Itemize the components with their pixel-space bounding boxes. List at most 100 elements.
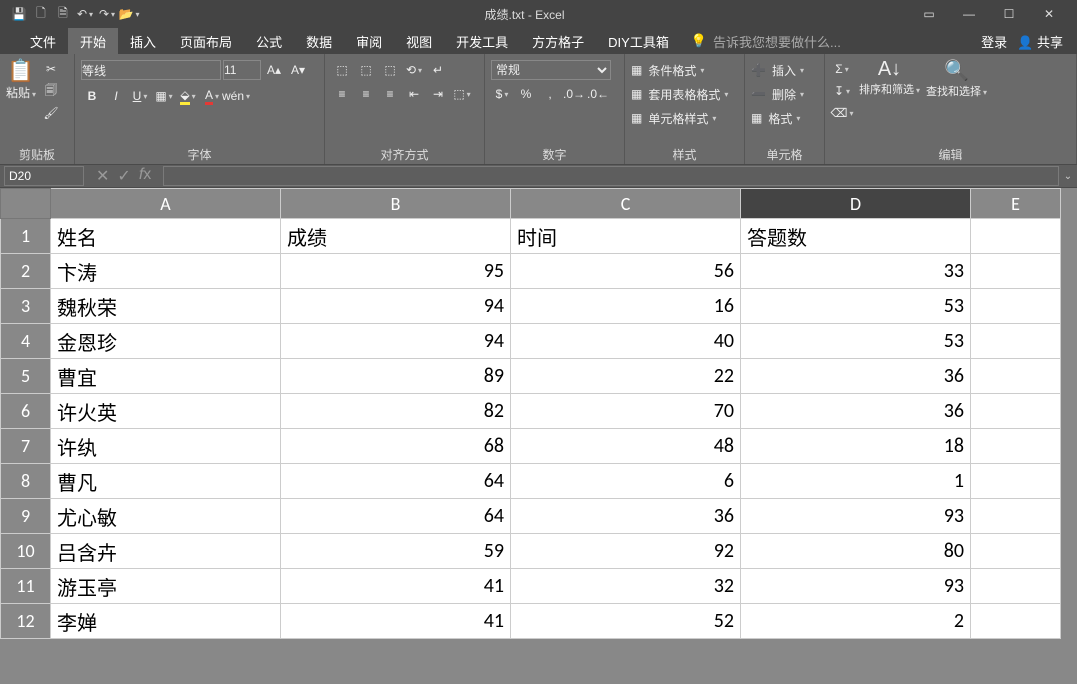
insert-cells-button[interactable]: 插入	[768, 60, 808, 81]
font-size[interactable]	[223, 60, 261, 80]
cell-D9[interactable]: 93	[741, 499, 971, 534]
folder-open-icon[interactable]: 📂	[118, 3, 140, 25]
cell-E11[interactable]	[971, 569, 1061, 604]
cell-B4[interactable]: 94	[281, 324, 511, 359]
align-center-icon[interactable]: ≡	[355, 83, 377, 105]
open-icon[interactable]: 🗎	[52, 3, 74, 25]
close-icon[interactable]: ✕	[1029, 3, 1069, 25]
cell-A7[interactable]: 许纨	[51, 429, 281, 464]
name-box[interactable]	[4, 166, 84, 186]
row-header-8[interactable]: 8	[1, 464, 51, 499]
comma-icon[interactable]: ,	[539, 83, 561, 105]
cut-icon[interactable]: ✂	[40, 58, 62, 80]
tab-fangfang[interactable]: 方方格子	[520, 28, 596, 55]
cell-A10[interactable]: 吕含卉	[51, 534, 281, 569]
cell-D2[interactable]: 33	[741, 254, 971, 289]
cell-C7[interactable]: 48	[511, 429, 741, 464]
row-header-5[interactable]: 5	[1, 359, 51, 394]
cell-E9[interactable]	[971, 499, 1061, 534]
cell-A6[interactable]: 许火英	[51, 394, 281, 429]
sort-filter-icon[interactable]: A↓	[878, 58, 901, 81]
row-header-11[interactable]: 11	[1, 569, 51, 604]
formula-bar[interactable]	[163, 166, 1059, 186]
redo-icon[interactable]: ↷	[96, 3, 118, 25]
cell-E4[interactable]	[971, 324, 1061, 359]
fill-icon[interactable]: ↧	[831, 80, 853, 102]
cell-E6[interactable]	[971, 394, 1061, 429]
col-header-E[interactable]: E	[971, 189, 1061, 219]
find-select-icon[interactable]: 🔍	[944, 58, 969, 83]
row-header-1[interactable]: 1	[1, 219, 51, 254]
cell-C6[interactable]: 70	[511, 394, 741, 429]
format-cells-button[interactable]: 格式	[764, 108, 804, 129]
cell-C2[interactable]: 56	[511, 254, 741, 289]
tell-me[interactable]: 💡告诉我您想要做什么...	[691, 32, 841, 51]
save-icon[interactable]: 💾	[8, 3, 30, 25]
row-header-4[interactable]: 4	[1, 324, 51, 359]
cell-E2[interactable]	[971, 254, 1061, 289]
wrap-text-icon[interactable]: ↵	[427, 59, 449, 81]
cell-A8[interactable]: 曹凡	[51, 464, 281, 499]
cell-C10[interactable]: 92	[511, 534, 741, 569]
tab-insert[interactable]: 插入	[118, 28, 168, 55]
cell-A4[interactable]: 金恩珍	[51, 324, 281, 359]
underline-icon[interactable]: U	[129, 85, 151, 107]
cell-D4[interactable]: 53	[741, 324, 971, 359]
cell-E1[interactable]	[971, 219, 1061, 254]
expand-formula-icon[interactable]: ⌄	[1059, 171, 1077, 182]
delete-cells-button[interactable]: 删除	[768, 84, 808, 105]
tab-home[interactable]: 开始	[68, 28, 118, 55]
cell-E10[interactable]	[971, 534, 1061, 569]
align-left-icon[interactable]: ≡	[331, 83, 353, 105]
cell-B3[interactable]: 94	[281, 289, 511, 324]
cell-B2[interactable]: 95	[281, 254, 511, 289]
cell-C9[interactable]: 36	[511, 499, 741, 534]
paste-icon[interactable]: 📋	[7, 58, 34, 84]
row-header-2[interactable]: 2	[1, 254, 51, 289]
maximize-icon[interactable]: ☐	[989, 3, 1029, 25]
italic-icon[interactable]: I	[105, 85, 127, 107]
align-top-icon[interactable]: ⬚	[331, 59, 353, 81]
font-color-icon[interactable]: A	[201, 85, 223, 107]
cell-B11[interactable]: 41	[281, 569, 511, 604]
align-right-icon[interactable]: ≡	[379, 83, 401, 105]
merge-icon[interactable]: ⬚	[451, 83, 473, 105]
percent-icon[interactable]: %	[515, 83, 537, 105]
copy-icon[interactable]: 🗐	[40, 80, 62, 102]
cell-D10[interactable]: 80	[741, 534, 971, 569]
format-painter-icon[interactable]: 🖌	[40, 102, 62, 124]
cell-B6[interactable]: 82	[281, 394, 511, 429]
cell-B5[interactable]: 89	[281, 359, 511, 394]
align-middle-icon[interactable]: ⬚	[355, 59, 377, 81]
row-header-10[interactable]: 10	[1, 534, 51, 569]
currency-icon[interactable]: $	[491, 83, 513, 105]
paste-button[interactable]: 粘贴	[6, 84, 36, 101]
cell-E3[interactable]	[971, 289, 1061, 324]
autosum-icon[interactable]: Σ	[831, 58, 853, 80]
row-header-6[interactable]: 6	[1, 394, 51, 429]
cell-C11[interactable]: 32	[511, 569, 741, 604]
align-bottom-icon[interactable]: ⬚	[379, 59, 401, 81]
minimize-icon[interactable]: ―	[949, 3, 989, 25]
row-header-9[interactable]: 9	[1, 499, 51, 534]
cell-D1[interactable]: 答题数	[741, 219, 971, 254]
cell-E8[interactable]	[971, 464, 1061, 499]
cell-D6[interactable]: 36	[741, 394, 971, 429]
cell-A9[interactable]: 尤心敏	[51, 499, 281, 534]
cell-A3[interactable]: 魏秋荣	[51, 289, 281, 324]
cell-B12[interactable]: 41	[281, 604, 511, 639]
cell-A1[interactable]: 姓名	[51, 219, 281, 254]
col-header-A[interactable]: A	[51, 189, 281, 219]
cell-A2[interactable]: 卞涛	[51, 254, 281, 289]
table-format-button[interactable]: 套用表格格式	[644, 84, 732, 105]
tab-review[interactable]: 审阅	[344, 28, 394, 55]
cell-C4[interactable]: 40	[511, 324, 741, 359]
bold-icon[interactable]: B	[81, 85, 103, 107]
new-icon[interactable]: 🗋	[30, 3, 52, 25]
tab-developer[interactable]: 开发工具	[444, 28, 520, 55]
sort-filter-button[interactable]: 排序和筛选	[859, 81, 920, 97]
tab-view[interactable]: 视图	[394, 28, 444, 55]
select-all-corner[interactable]	[1, 189, 51, 219]
cancel-formula-icon[interactable]: ✕	[96, 166, 109, 186]
fx-icon[interactable]: fx	[139, 166, 151, 186]
